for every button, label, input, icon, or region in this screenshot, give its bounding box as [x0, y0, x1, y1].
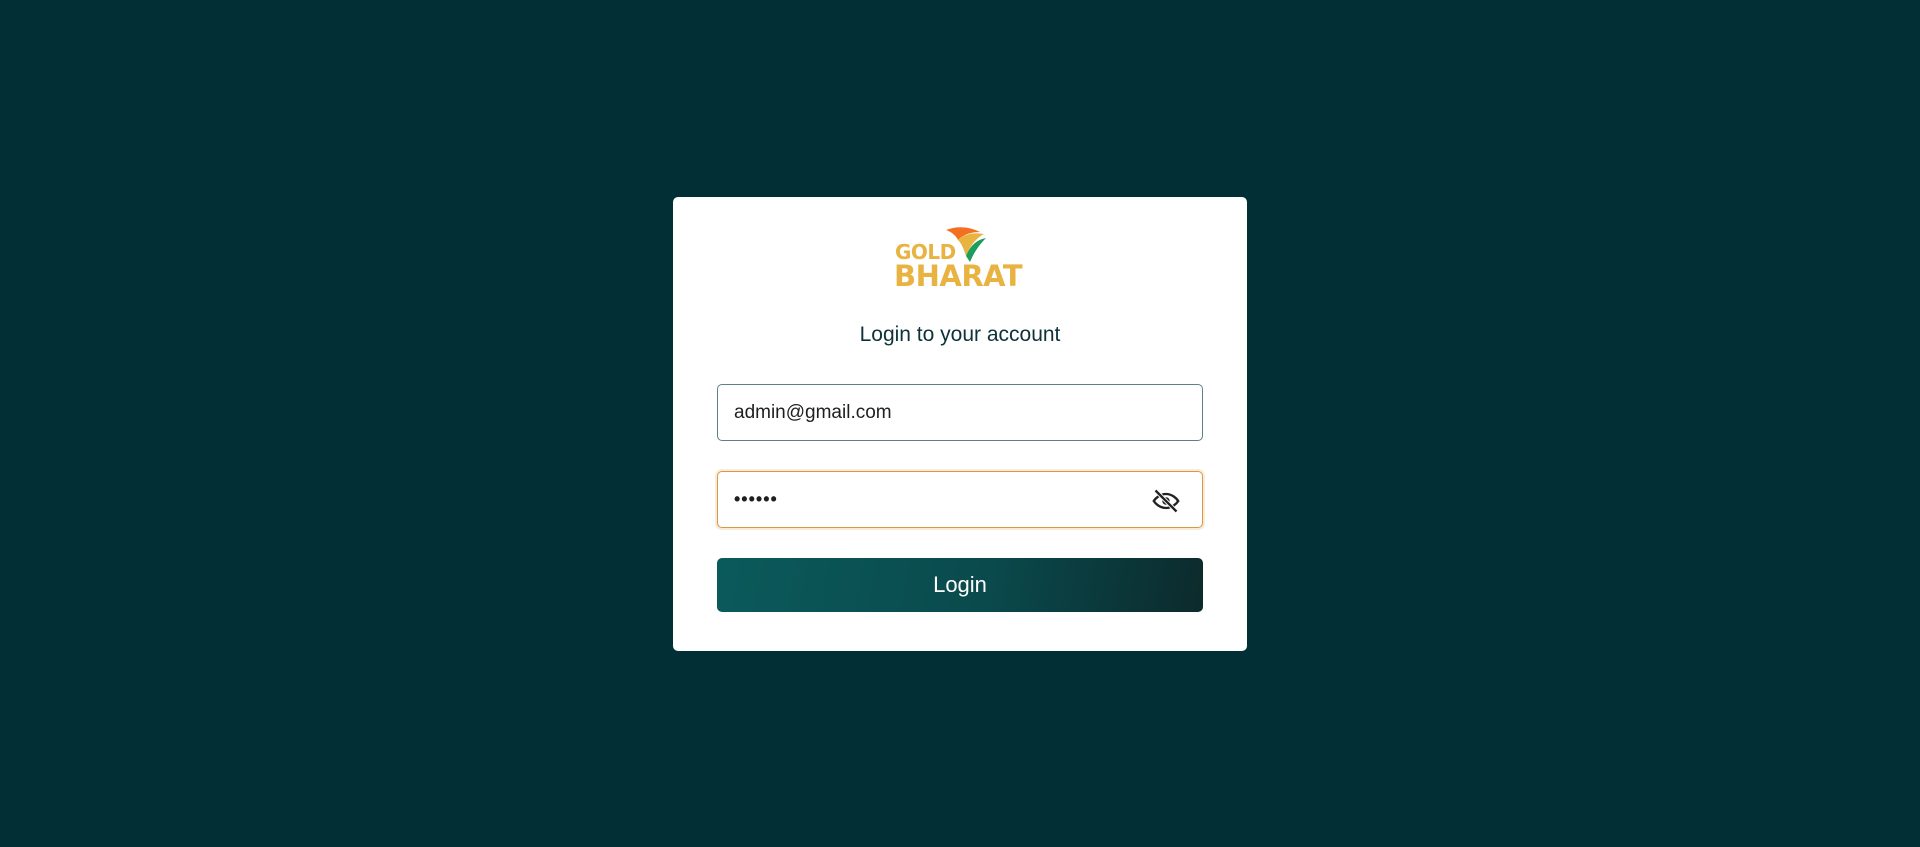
email-value: admin@gmail.com: [734, 401, 892, 423]
login-page: GOLD BHARAT Login to your account admin@…: [0, 0, 1920, 847]
login-button[interactable]: Login: [717, 558, 1203, 612]
brand-logo: GOLD BHARAT: [893, 224, 1033, 293]
logo-text-bharat: BHARAT: [894, 259, 1023, 293]
login-card: GOLD BHARAT Login to your account admin@…: [673, 197, 1247, 651]
eye-slash-icon[interactable]: [1152, 487, 1180, 515]
password-field[interactable]: ••••••: [717, 471, 1203, 528]
email-field[interactable]: admin@gmail.com: [717, 384, 1203, 441]
password-value: ••••••: [734, 489, 778, 509]
form-title: Login to your account: [859, 323, 1061, 346]
